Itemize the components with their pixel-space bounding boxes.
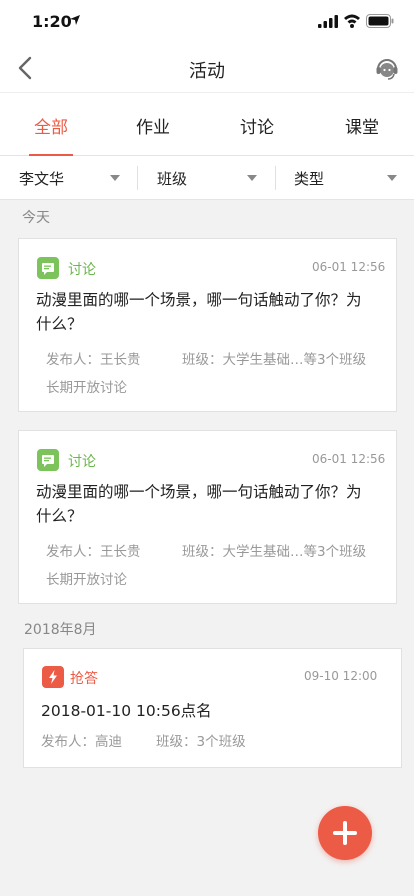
chevron-down-icon xyxy=(247,175,257,181)
discussion-status: 长期开放讨论 xyxy=(46,572,127,588)
lightning-icon xyxy=(42,666,64,688)
discussion-icon xyxy=(37,449,59,471)
tab-all[interactable]: 全部 xyxy=(11,113,91,138)
class-info: 班级：3个班级 xyxy=(156,730,246,750)
publisher-name: 王长贵 xyxy=(100,352,141,368)
add-activity-button[interactable] xyxy=(318,806,372,860)
section-header-month: 2018年8月 xyxy=(24,622,97,638)
activity-card[interactable]: 抢答 09-10 12:00 2018-01-10 10:56点名 发布人：高迪… xyxy=(23,648,402,768)
publisher-name: 王长贵 xyxy=(100,544,141,560)
location-arrow-icon xyxy=(70,15,80,25)
publisher-info: 发布人：王长贵 xyxy=(46,540,141,560)
activity-title-line-2: 什么？ xyxy=(36,315,83,333)
wifi-icon xyxy=(344,14,360,28)
activity-time: 06-01 12:56 xyxy=(312,452,386,466)
status-bar: 1:20 xyxy=(0,0,414,44)
activity-type-label: 讨论 xyxy=(68,262,96,278)
class-value: 大学生基础…等3个班级 xyxy=(222,544,367,560)
battery-icon xyxy=(366,14,394,28)
class-info: 班级：大学生基础…等3个班级 xyxy=(182,540,366,560)
activity-type-label: 讨论 xyxy=(68,454,96,470)
filter-teacher-label: 李文华 xyxy=(19,170,65,188)
activity-title-line-1: 动漫里面的哪一个场景，哪一句话触动了你？为 xyxy=(36,483,362,501)
activity-time: 06-01 12:56 xyxy=(312,260,386,274)
publisher-label: 发布人： xyxy=(46,352,100,368)
discussion-icon xyxy=(37,257,59,279)
tab-homework[interactable]: 作业 xyxy=(113,113,193,138)
activity-time: 09-10 12:00 xyxy=(304,669,378,683)
activity-type-label: 抢答 xyxy=(70,671,98,687)
tab-classroom[interactable]: 课堂 xyxy=(322,113,402,138)
class-info: 班级：大学生基础…等3个班级 xyxy=(182,348,366,368)
section-header-today: 今天 xyxy=(22,210,50,226)
filter-class-dropdown[interactable]: 班级 xyxy=(138,156,275,200)
chevron-down-icon xyxy=(110,175,120,181)
class-value: 大学生基础…等3个班级 xyxy=(222,352,367,368)
publisher-info: 发布人：高迪 xyxy=(41,730,122,750)
publisher-info: 发布人：王长贵 xyxy=(46,348,141,368)
activity-title-line-2: 什么？ xyxy=(36,507,83,525)
activity-title: 2018-01-10 10:56点名 xyxy=(41,702,212,720)
tab-bar: 全部 作业 讨论 课堂 xyxy=(0,92,414,156)
activity-card[interactable]: 讨论 06-01 12:56 动漫里面的哪一个场景，哪一句话触动了你？为 什么？… xyxy=(18,430,397,604)
class-label: 班级： xyxy=(182,544,223,560)
class-value: 3个班级 xyxy=(196,734,246,750)
customer-service-icon[interactable] xyxy=(374,56,400,82)
publisher-label: 发布人： xyxy=(46,544,100,560)
filter-bar: 李文华 班级 类型 xyxy=(0,156,414,200)
nav-bar: 活动 xyxy=(0,44,414,92)
status-time: 1:20 xyxy=(32,12,72,31)
filter-type-dropdown[interactable]: 类型 xyxy=(276,156,414,200)
filter-class-label: 班级 xyxy=(157,170,188,188)
chevron-down-icon xyxy=(387,175,397,181)
cellular-signal-icon xyxy=(318,15,338,28)
filter-type-label: 类型 xyxy=(294,170,325,188)
discussion-status: 长期开放讨论 xyxy=(46,380,127,396)
plus-icon xyxy=(333,821,357,845)
filter-teacher-dropdown[interactable]: 李文华 xyxy=(0,156,137,200)
class-label: 班级： xyxy=(182,352,223,368)
activity-card[interactable]: 讨论 06-01 12:56 动漫里面的哪一个场景，哪一句话触动了你？为 什么？… xyxy=(18,238,397,412)
tab-discussion[interactable]: 讨论 xyxy=(217,113,297,138)
activity-title-line-1: 动漫里面的哪一个场景，哪一句话触动了你？为 xyxy=(36,291,362,309)
publisher-name: 高迪 xyxy=(95,734,122,750)
class-label: 班级： xyxy=(156,734,197,750)
page-title: 活动 xyxy=(189,61,225,82)
publisher-label: 发布人： xyxy=(41,734,95,750)
